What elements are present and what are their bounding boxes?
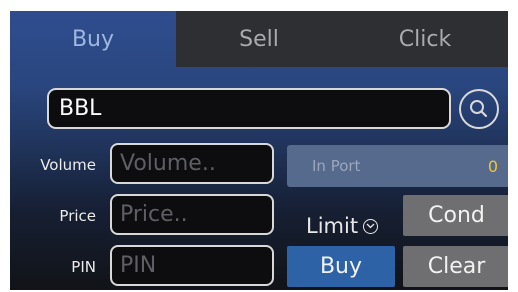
order-type-select[interactable]: Limit	[306, 208, 379, 244]
volume-input[interactable]: Volume..	[110, 143, 274, 184]
search-icon	[470, 100, 488, 118]
in-port-value: 0	[487, 156, 498, 176]
tab-click[interactable]: Click	[342, 11, 508, 67]
cond-button[interactable]: Cond	[403, 195, 508, 236]
tab-buy[interactable]: Buy	[10, 11, 176, 67]
symbol-input[interactable]: BBL	[47, 88, 451, 129]
buy-button[interactable]: Buy	[287, 246, 395, 287]
price-label: Price	[59, 207, 96, 225]
search-button[interactable]	[459, 89, 499, 129]
trade-panel: Buy Sell Click BBL Volume Volume.. In Po…	[10, 11, 508, 290]
pin-input[interactable]: PIN	[110, 245, 274, 286]
volume-label: Volume	[40, 156, 96, 174]
in-port-box: In Port 0	[287, 145, 508, 187]
price-input[interactable]: Price..	[110, 194, 274, 235]
in-port-label: In Port	[312, 157, 361, 175]
tab-bar: Buy Sell Click	[10, 11, 508, 67]
pin-label: PIN	[71, 258, 96, 276]
clear-button[interactable]: Clear	[403, 246, 508, 287]
order-type-label: Limit	[306, 214, 359, 238]
chevron-down-icon	[363, 218, 379, 234]
tab-sell[interactable]: Sell	[176, 11, 342, 67]
